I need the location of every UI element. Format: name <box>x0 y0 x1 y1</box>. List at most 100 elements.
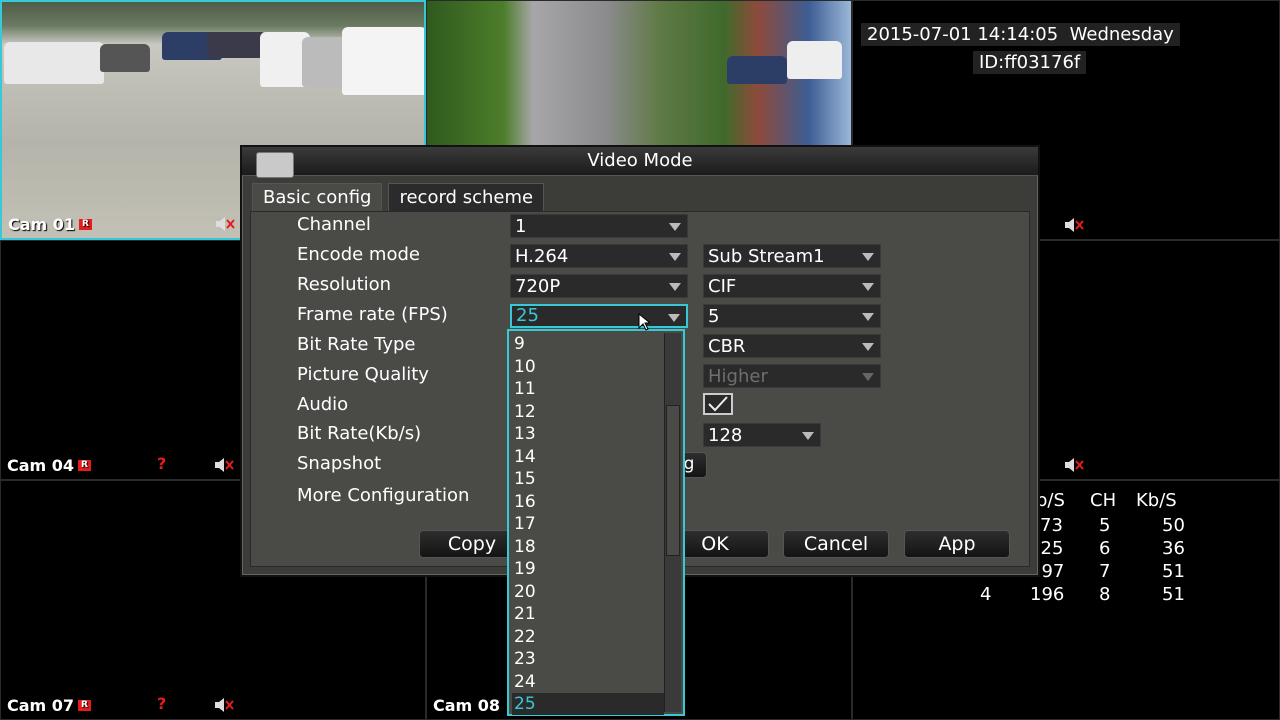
resolution-label: Resolution <box>297 274 392 295</box>
chevron-down-icon <box>668 314 680 322</box>
cam-8-label: Cam 08 <box>433 696 500 715</box>
speaker-muted-icon[interactable] <box>213 697 235 713</box>
frame-rate-option[interactable]: 20 <box>512 581 664 603</box>
cam-4-label: Cam 04 R <box>7 456 91 475</box>
chevron-down-icon <box>862 373 874 381</box>
frame-rate-main-select[interactable]: 25 <box>510 304 688 328</box>
bit-rate-type-label: Bit Rate Type <box>297 334 416 355</box>
audio-checkbox[interactable] <box>703 393 733 415</box>
frame-rate-option[interactable]: 9 <box>512 333 664 355</box>
resolution-main-value: 720P <box>515 276 561 297</box>
frame-rate-option[interactable]: 24 <box>512 671 664 693</box>
speaker-muted-icon[interactable] <box>1063 217 1085 233</box>
frame-rate-option[interactable]: 16 <box>512 491 664 513</box>
copy-button-label: Copy <box>447 533 497 555</box>
frame-rate-option[interactable]: 18 <box>512 536 664 558</box>
scrollbar-thumb[interactable] <box>666 405 680 556</box>
bitrate-cell: 73 <box>1040 515 1063 536</box>
apply-button[interactable]: App <box>904 530 1010 558</box>
frame-rate-option[interactable]: 12 <box>512 401 664 423</box>
tab-basic-config[interactable]: Basic config <box>252 183 383 212</box>
chevron-down-icon <box>669 253 681 261</box>
frame-rate-option[interactable]: 14 <box>512 446 664 468</box>
device-id-text: ID:ff03176f <box>979 52 1081 73</box>
resolution-main-select[interactable]: 720P <box>510 274 688 298</box>
frame-rate-option[interactable]: 10 <box>512 356 664 378</box>
frame-rate-option[interactable]: 19 <box>512 558 664 580</box>
snapshot-label: Snapshot <box>297 453 382 474</box>
dialog-titlebar[interactable]: Video Mode <box>242 147 1038 178</box>
mouse-cursor-icon <box>638 313 650 331</box>
frame-rate-option[interactable]: 22 <box>512 626 664 648</box>
bitrate-cell: 4 <box>980 584 992 605</box>
resolution-sub-value: CIF <box>708 276 737 297</box>
frame-rate-main-value: 25 <box>516 305 539 326</box>
chevron-down-icon <box>669 223 681 231</box>
record-badge: R <box>78 460 91 471</box>
bit-rate-type-sub-select[interactable]: CBR <box>703 334 881 358</box>
audio-label: Audio <box>297 394 349 415</box>
frame-rate-option[interactable]: 13 <box>512 423 664 445</box>
frame-rate-option[interactable]: 15 <box>512 468 664 490</box>
frame-rate-option[interactable]: 23 <box>512 648 664 670</box>
chevron-down-icon <box>862 313 874 321</box>
cancel-button-label: Cancel <box>803 533 869 555</box>
record-badge: R <box>78 700 91 711</box>
bitrate-header-kbs: Kb/S <box>1136 490 1177 511</box>
cam-8-name: Cam 08 <box>433 696 501 715</box>
encode-sub-select[interactable]: Sub Stream1 <box>703 244 881 268</box>
frame-rate-option[interactable]: 21 <box>512 603 664 625</box>
chevron-down-icon <box>802 432 814 440</box>
resolution-sub-select[interactable]: CIF <box>703 274 881 298</box>
checkmark-icon <box>708 396 728 412</box>
speaker-muted-icon[interactable] <box>213 457 235 473</box>
picture-quality-label: Picture Quality <box>297 364 429 385</box>
cam-7-label: Cam 07 R <box>7 696 91 715</box>
tab-record-scheme[interactable]: record scheme <box>388 183 545 212</box>
dialog-title: Video Mode <box>587 150 693 171</box>
record-badge: R <box>79 219 92 230</box>
snapshot-button-label: g <box>683 454 695 474</box>
no-signal-icon: ? <box>157 454 167 473</box>
bitrate-cell: 51 <box>1162 584 1185 605</box>
frame-rate-option[interactable]: 17 <box>512 513 664 535</box>
bitrate-cell: 36 <box>1162 538 1185 559</box>
datetime-text: 2015-07-01 14:14:05 <box>867 24 1059 45</box>
speaker-muted-icon[interactable] <box>1063 457 1085 473</box>
picture-quality-sub-select: Higher <box>703 364 881 388</box>
bitrate-cell: 51 <box>1162 561 1185 582</box>
device-id-overlay: ID:ff03176f <box>973 51 1087 74</box>
speaker-muted-icon[interactable] <box>214 216 236 232</box>
encode-main-select[interactable]: H.264 <box>510 244 688 268</box>
frame-rate-sub-select[interactable]: 5 <box>703 304 881 328</box>
bitrate-cell: 6 <box>1099 538 1111 559</box>
frame-rate-option[interactable]: 25 <box>512 693 664 715</box>
ok-button-label: OK <box>701 533 729 555</box>
picture-quality-sub-value: Higher <box>708 366 768 387</box>
bitrate-cell: 50 <box>1162 515 1185 536</box>
bitrate-header-col1: b/S <box>1036 490 1065 511</box>
weekday-text: Wednesday <box>1069 24 1174 45</box>
bitrate-cell: 196 <box>1030 584 1065 605</box>
encode-sub-value: Sub Stream1 <box>708 246 825 267</box>
bitrate-cell: 8 <box>1099 584 1111 605</box>
bit-rate-sub-select[interactable]: 128 <box>703 423 821 447</box>
channel-value: 1 <box>515 216 527 237</box>
camera-settings-icon <box>256 152 294 178</box>
bit-rate-type-sub-value: CBR <box>708 336 746 357</box>
chevron-down-icon <box>669 283 681 291</box>
frame-rate-option[interactable]: 11 <box>512 378 664 400</box>
dialog-tabs: Basic config record scheme <box>252 183 545 212</box>
cam-4-name: Cam 04 <box>7 456 75 475</box>
channel-select[interactable]: 1 <box>510 214 688 238</box>
channel-label: Channel <box>297 214 371 235</box>
cancel-button[interactable]: Cancel <box>783 530 889 558</box>
more-config-label: More Configuration <box>297 485 470 506</box>
chevron-down-icon <box>862 283 874 291</box>
frame-rate-label: Frame rate (FPS) <box>297 304 448 325</box>
encode-mode-label: Encode mode <box>297 244 420 265</box>
frame-rate-dropdown[interactable]: 9 10 11 12 13 14 15 16 17 18 19 20 21 22 23 24 25 <box>507 329 685 716</box>
dropdown-scrollbar[interactable] <box>664 333 681 712</box>
datetime-overlay: 2015-07-01 14:14:05 Wednesday <box>861 23 1180 46</box>
apply-button-label: App <box>938 533 976 555</box>
